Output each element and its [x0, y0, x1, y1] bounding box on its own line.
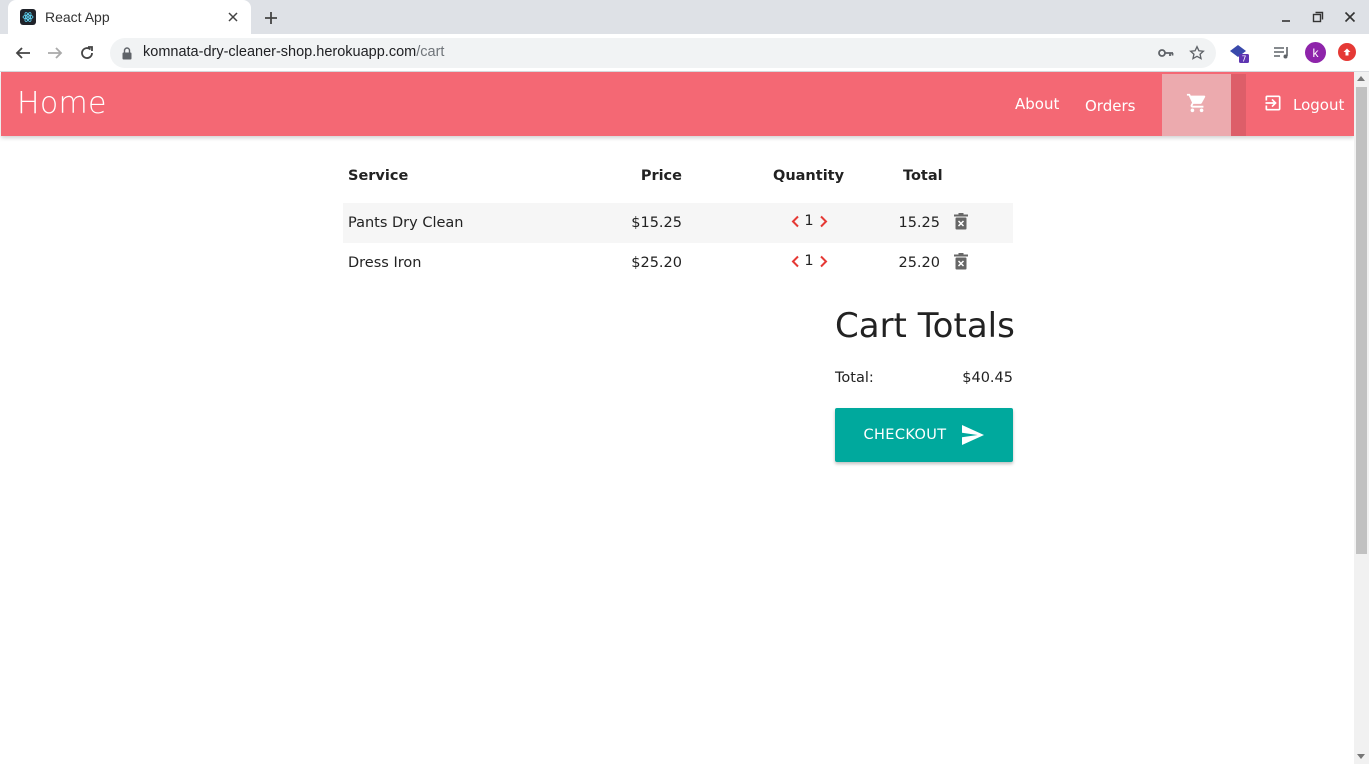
item-service: Dress Iron [348, 255, 422, 271]
total-label: Total: [835, 370, 874, 386]
profile-avatar[interactable]: k [1305, 42, 1326, 63]
forward-icon[interactable] [43, 41, 67, 65]
quantity-stepper: 1 [789, 212, 829, 230]
nav-link-about[interactable]: About [1015, 95, 1059, 113]
browser-tab-strip: React App [0, 0, 1369, 34]
logout-icon [1263, 93, 1283, 117]
browser-toolbar: komnata-dry-cleaner-shop.herokuapp.com/c… [0, 34, 1369, 72]
brand-home-link[interactable]: Home [17, 86, 107, 121]
increase-quantity-icon[interactable] [817, 252, 829, 270]
increase-quantity-icon[interactable] [817, 212, 829, 230]
update-icon[interactable] [1338, 43, 1356, 61]
scroll-thumb[interactable] [1356, 87, 1367, 554]
item-price: $15.25 [631, 215, 682, 231]
navbar-separator [1231, 74, 1246, 136]
total-value: $40.45 [962, 370, 1013, 386]
key-icon[interactable] [1157, 44, 1175, 62]
checkout-button[interactable]: CHECKOUT [835, 408, 1013, 462]
scroll-up-arrow-icon[interactable] [1357, 76, 1365, 81]
app-navbar: Home About Orders Logout [1, 72, 1354, 136]
new-tab-icon[interactable] [260, 7, 282, 29]
close-window-icon[interactable] [1341, 8, 1359, 26]
header-price: Price [640, 168, 682, 184]
browser-tab[interactable]: React App [8, 0, 251, 34]
item-price: $25.20 [631, 255, 682, 271]
delete-item-icon[interactable] [953, 252, 969, 270]
cart-totals-panel: Cart Totals Total: $40.45 CHECKOUT [835, 306, 1015, 462]
lock-icon [122, 45, 132, 64]
logout-button[interactable]: Logout [1263, 93, 1344, 117]
item-total: 15.25 [898, 215, 940, 231]
decrease-quantity-icon[interactable] [789, 252, 801, 270]
tab-close-icon[interactable] [225, 9, 241, 25]
logout-label: Logout [1293, 96, 1345, 114]
item-total: 25.20 [898, 255, 940, 271]
item-service: Pants Dry Clean [348, 215, 464, 231]
url-host: komnata-dry-cleaner-shop.herokuapp.com [143, 44, 417, 60]
header-service: Service [348, 168, 409, 184]
table-row: Pants Dry Clean $15.25 1 15.25 [343, 203, 1013, 243]
tab-title: React App [45, 9, 110, 25]
address-bar[interactable]: komnata-dry-cleaner-shop.herokuapp.com/c… [110, 38, 1216, 68]
url-path: /cart [416, 44, 445, 60]
delete-item-icon[interactable] [953, 212, 969, 230]
totals-row: Total: $40.45 [835, 370, 1013, 390]
table-row: Dress Iron $25.20 1 25.20 [343, 243, 1013, 283]
table-header-row: Service Price Quantity Total [343, 157, 1013, 203]
page-scrollbar[interactable] [1354, 72, 1369, 764]
react-favicon-icon [20, 9, 36, 25]
extension-icon[interactable]: 7 [1228, 42, 1250, 64]
bookmark-star-icon[interactable] [1188, 44, 1206, 62]
quantity-value: 1 [804, 213, 814, 229]
reload-icon[interactable] [75, 41, 99, 65]
scroll-down-arrow-icon[interactable] [1357, 754, 1365, 759]
header-quantity: Quantity [773, 168, 845, 184]
extension-badge: 7 [1242, 55, 1247, 64]
media-control-icon[interactable] [1271, 42, 1293, 64]
restore-icon[interactable] [1309, 8, 1327, 26]
quantity-value: 1 [804, 253, 814, 269]
decrease-quantity-icon[interactable] [789, 212, 801, 230]
header-total: Total [903, 168, 943, 184]
cart-totals-title: Cart Totals [835, 306, 1015, 346]
cart-nav-button[interactable] [1162, 74, 1231, 136]
send-icon [961, 425, 985, 445]
minimize-icon[interactable] [1277, 8, 1295, 26]
back-icon[interactable] [11, 41, 35, 65]
url-text: komnata-dry-cleaner-shop.herokuapp.com/c… [143, 44, 444, 60]
nav-link-orders[interactable]: Orders [1085, 97, 1135, 115]
checkout-label: CHECKOUT [863, 427, 947, 443]
quantity-stepper: 1 [789, 252, 829, 270]
shopping-cart-icon [1186, 92, 1208, 118]
cart-table: Service Price Quantity Total Pants Dry C… [343, 157, 1013, 283]
